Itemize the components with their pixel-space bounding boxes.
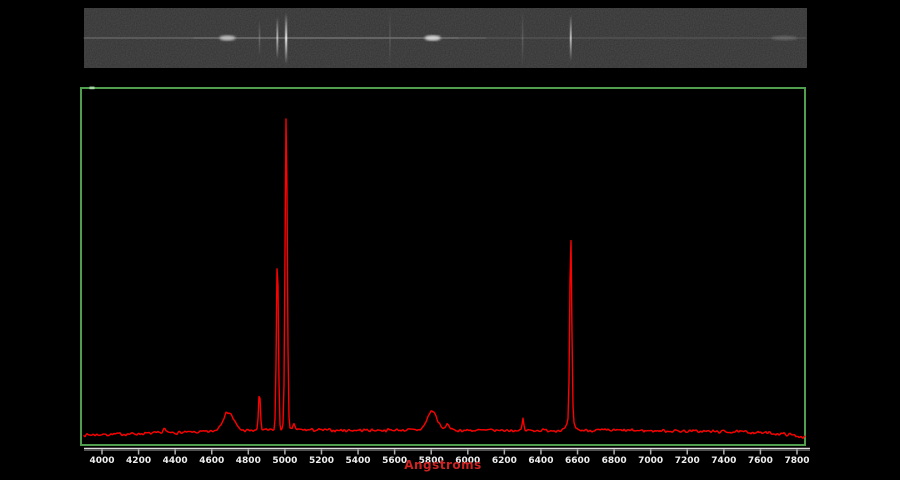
app-canvas: 4000420044004600480050005200540056005800… [0, 0, 900, 480]
emission-line [285, 13, 287, 64]
raw-spectrum-strip[interactable] [84, 8, 807, 68]
emission-line [389, 10, 390, 66]
emission-line [259, 20, 260, 56]
emission-line [570, 15, 572, 61]
plot-frame [81, 88, 805, 445]
emission-blob [219, 35, 235, 40]
emission-blob [425, 35, 441, 41]
x-axis-title: Angstroms [81, 458, 805, 472]
emission-line [276, 17, 278, 59]
emission-line [522, 10, 523, 66]
spectra-display: 4000420044004600480050005200540056005800… [0, 0, 900, 480]
frame-cursor-mark [90, 87, 95, 90]
spectrum-plot[interactable]: 4000420044004600480050005200540056005800… [81, 87, 810, 466]
spectrum-trace [84, 119, 805, 438]
emission-blob [771, 36, 797, 40]
